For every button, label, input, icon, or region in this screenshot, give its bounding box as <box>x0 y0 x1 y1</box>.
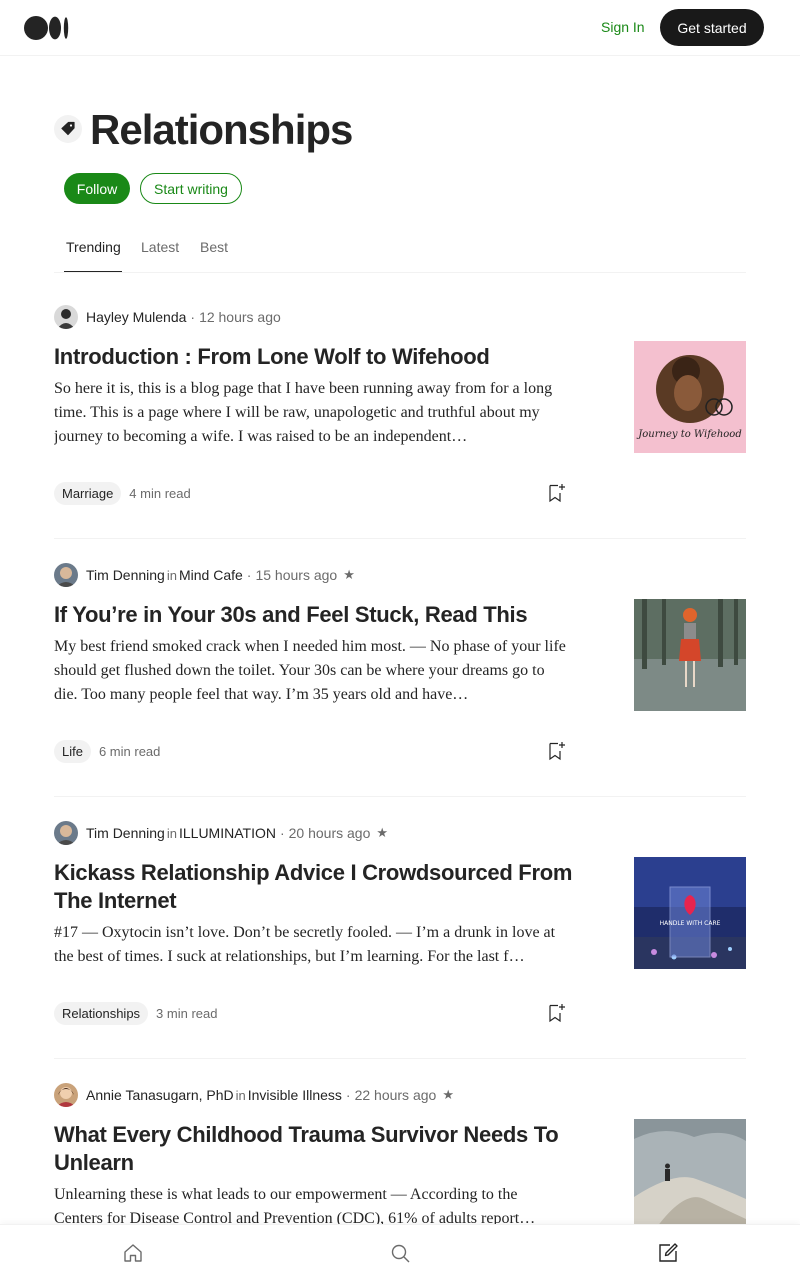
article-meta: Tim Denning in Mind Cafe · 15 hours ago … <box>54 563 355 587</box>
article-title[interactable]: What Every Childhood Trauma Survivor Nee… <box>54 1121 574 1177</box>
article-thumbnail[interactable]: Journey to Wifehood <box>634 341 746 453</box>
feed-tabs: Trending Latest Best <box>54 222 746 273</box>
in-label: in <box>166 567 177 583</box>
member-star-icon: ★ <box>376 825 389 840</box>
article-footer: Relationships 3 min read <box>54 1001 217 1025</box>
article-excerpt[interactable]: So here it is, this is a blog page that … <box>54 377 570 449</box>
article-footer: Marriage 4 min read <box>54 481 191 505</box>
publication-name[interactable]: ILLUMINATION <box>179 825 276 841</box>
bottom-nav <box>0 1224 800 1280</box>
tab-latest[interactable]: Latest <box>141 239 179 255</box>
article-title[interactable]: If You’re in Your 30s and Feel Stuck, Re… <box>54 601 574 629</box>
medium-logo[interactable] <box>24 16 70 40</box>
article-footer: Life 6 min read <box>54 739 160 763</box>
topic-chip[interactable]: Relationships <box>54 1001 149 1025</box>
avatar[interactable] <box>54 305 78 329</box>
article-title[interactable]: Introduction : From Lone Wolf to Wifehoo… <box>54 343 574 371</box>
bookmark-add-icon[interactable] <box>544 1001 568 1025</box>
article-excerpt[interactable]: My best friend smoked crack when I neede… <box>54 635 570 707</box>
in-label: in <box>166 825 177 841</box>
avatar[interactable] <box>54 563 78 587</box>
avatar[interactable] <box>54 1083 78 1107</box>
article-excerpt[interactable]: #17 — Oxytocin isn’t love. Don’t be secr… <box>54 921 570 969</box>
article-thumbnail[interactable]: HANDLE WITH CARE <box>634 857 746 969</box>
article-meta: Annie Tanasugarn, PhD in Invisible Illne… <box>54 1083 454 1107</box>
article-thumbnail[interactable] <box>634 599 746 711</box>
page-title: Relationships <box>90 106 353 153</box>
separator: · <box>246 567 252 583</box>
author-name[interactable]: Annie Tanasugarn, PhD <box>86 1087 234 1103</box>
publication-name[interactable]: Invisible Illness <box>248 1087 342 1103</box>
read-time: 6 min read <box>98 743 161 759</box>
post-time: 22 hours ago <box>354 1087 437 1103</box>
author-name[interactable]: Hayley Mulenda <box>86 309 186 325</box>
home-icon[interactable] <box>121 1241 145 1265</box>
member-star-icon: ★ <box>442 1087 454 1102</box>
bookmark-add-icon[interactable] <box>544 481 568 505</box>
read-time: 3 min read <box>156 1005 218 1021</box>
post-time: 15 hours ago <box>255 567 338 583</box>
thumbnail-caption: HANDLE WITH CARE <box>660 920 721 927</box>
active-tab-indicator <box>64 271 122 272</box>
search-icon[interactable] <box>388 1241 412 1265</box>
publication-name[interactable]: Mind Cafe <box>179 567 243 583</box>
tag-icon <box>54 115 82 143</box>
post-time: 20 hours ago <box>288 825 371 841</box>
author-name[interactable]: Tim Denning <box>86 567 165 583</box>
article-card[interactable]: Tim Denning in Mind Cafe · 15 hours ago … <box>54 563 746 797</box>
article-thumbnail[interactable] <box>634 1119 746 1231</box>
article-card[interactable]: Hayley Mulenda · 12 hours ago Introducti… <box>54 305 746 539</box>
article-meta: Hayley Mulenda · 12 hours ago <box>54 305 281 329</box>
article-meta: Tim Denning in ILLUMINATION · 20 hours a… <box>54 821 388 845</box>
tab-best[interactable]: Best <box>200 239 228 255</box>
follow-button[interactable]: Follow <box>64 173 130 204</box>
bookmark-add-icon[interactable] <box>544 739 568 763</box>
author-name[interactable]: Tim Denning <box>86 825 165 841</box>
start-writing-button[interactable]: Start writing <box>140 173 242 204</box>
separator: · <box>279 825 285 841</box>
read-time: 4 min read <box>129 485 191 501</box>
top-bar: Sign In Get started <box>0 0 800 56</box>
sign-in-link[interactable]: Sign In <box>601 19 645 35</box>
write-icon[interactable] <box>656 1241 680 1265</box>
article-card[interactable]: Annie Tanasugarn, PhD in Invisible Illne… <box>54 1083 746 1243</box>
avatar[interactable] <box>54 821 78 845</box>
post-time: 12 hours ago <box>199 309 281 325</box>
in-label: in <box>235 1087 246 1103</box>
thumbnail-caption: Journey to Wifehood <box>636 429 741 440</box>
topic-chip[interactable]: Life <box>54 739 91 763</box>
separator: · <box>345 1087 351 1103</box>
separator: · <box>190 309 196 325</box>
get-started-button[interactable]: Get started <box>660 9 764 46</box>
topic-chip[interactable]: Marriage <box>54 481 122 505</box>
member-star-icon: ★ <box>343 567 355 582</box>
tab-trending[interactable]: Trending <box>66 239 121 255</box>
article-card[interactable]: Tim Denning in ILLUMINATION · 20 hours a… <box>54 821 746 1059</box>
article-title[interactable]: Kickass Relationship Advice I Crowdsourc… <box>54 859 574 915</box>
